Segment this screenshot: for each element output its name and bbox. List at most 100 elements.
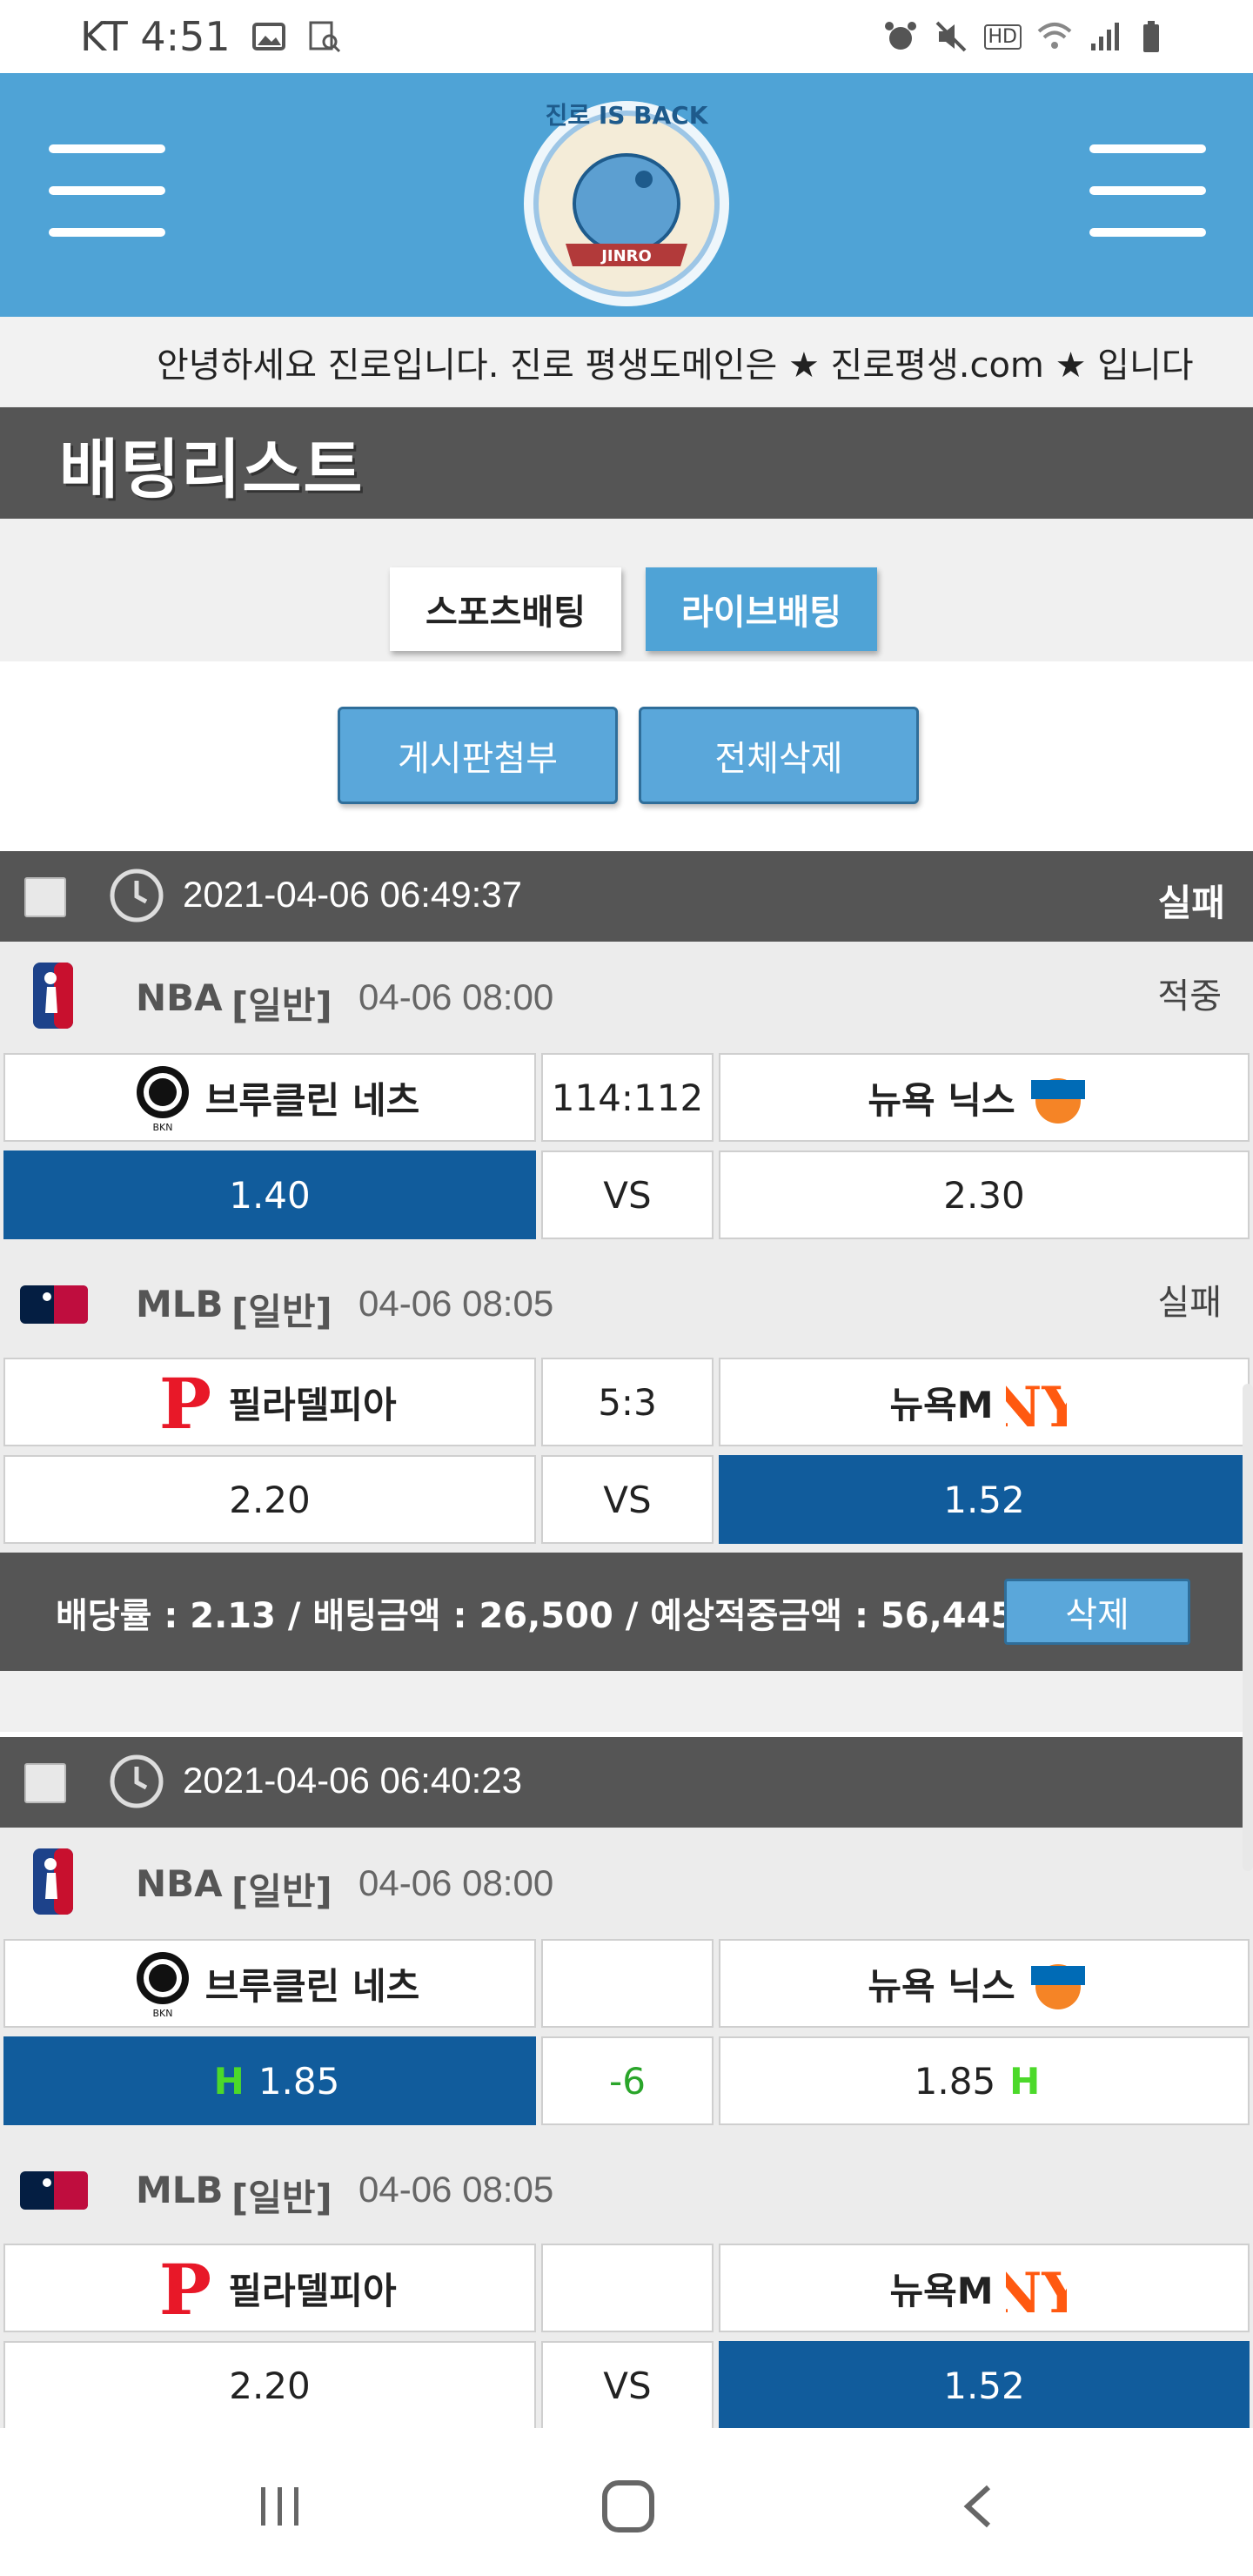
handicap-mark: H	[1009, 2059, 1041, 2103]
back-icon	[963, 2485, 991, 2528]
carrier-time: KT 4:51	[80, 13, 231, 60]
away-team-name: 뉴욕M	[889, 1383, 994, 1426]
tab-area	[0, 519, 1253, 661]
away-team-name: 뉴욕 닉스	[868, 1964, 1015, 2008]
home-odds: 2.20	[229, 2364, 311, 2407]
app-screen: KT 4:51 HD 진로 IS BACK JINRO 안녕하세요 진로입니다.…	[0, 0, 1253, 2576]
menu-line	[1089, 186, 1206, 195]
match-info: MLB [일반] 04-06 08:05	[0, 2134, 1253, 2244]
nba-logo-icon	[33, 963, 73, 1029]
phillies-logo-icon: P	[159, 1367, 211, 1437]
right-menu-button[interactable]	[1089, 136, 1206, 245]
league-name: NBA	[136, 976, 223, 1019]
vs-label: VS	[603, 1478, 652, 1521]
mute-icon	[935, 21, 966, 52]
draw-cell[interactable]: VS	[541, 2341, 714, 2430]
draw-cell[interactable]: VS	[541, 1150, 714, 1239]
scrollbar[interactable]	[1243, 1384, 1253, 1871]
bet-summary: 배당률 : 2.13 / 배팅금액 : 26,500 / 예상적중금액 : 56…	[0, 1553, 1253, 1671]
group-spacer	[0, 1671, 1253, 1732]
left-menu-button[interactable]	[49, 136, 165, 245]
home-team-name: 브루클린 네츠	[204, 1964, 420, 2008]
match-time: 04-06 08:00	[358, 1862, 554, 1903]
home-odds-cell[interactable]: 2.20	[3, 1455, 536, 1544]
handicap-cell[interactable]: -6	[541, 2036, 714, 2125]
odds-row: 2.20 VS 1.52	[0, 2341, 1253, 2438]
handicap-value: -6	[609, 2059, 646, 2103]
bet-datetime: 2021-04-06 06:40:23	[183, 1760, 522, 1801]
svg-text:P: P	[159, 1367, 211, 1437]
home-button[interactable]	[576, 2463, 680, 2550]
match-time: 04-06 08:00	[358, 976, 554, 1017]
tab-sports-betting[interactable]: 스포츠배팅	[390, 567, 621, 651]
page-title: 배팅리스트	[59, 433, 365, 507]
nets-logo-icon: BKN	[136, 1952, 189, 2018]
image-icon	[251, 23, 285, 50]
away-team-name: 뉴욕M	[889, 2269, 994, 2312]
logo-text-top: 진로 IS BACK	[546, 101, 709, 130]
nba-logo-icon	[33, 1848, 73, 1915]
match-block: NBA [일반] 04-06 08:00 적중 BKN 브루클린 네츠 114:…	[0, 942, 1253, 1248]
attach-to-board-button[interactable]: 게시판첨부	[338, 707, 618, 804]
clock-icon	[110, 1754, 164, 1808]
bet-select-checkbox[interactable]	[24, 1763, 66, 1803]
back-button[interactable]	[928, 2463, 1032, 2550]
home-odds-cell[interactable]: H 1.85	[3, 2036, 536, 2125]
handicap-mark: H	[213, 2059, 245, 2103]
away-team-cell: 뉴욕 닉스	[719, 1939, 1250, 2028]
away-odds-cell[interactable]: 1.52	[719, 2341, 1250, 2430]
signal-icon	[1091, 23, 1119, 50]
clock-icon	[110, 869, 164, 922]
home-team-name: 필라델피아	[228, 1383, 397, 1426]
bet-select-checkbox[interactable]	[24, 877, 66, 917]
mets-logo-icon: NY	[1006, 1375, 1067, 1437]
home-odds-cell[interactable]: 1.40	[3, 1150, 536, 1239]
home-team-cell: P 필라델피아	[3, 2244, 536, 2332]
status-right: HD	[883, 19, 1173, 54]
away-odds-cell[interactable]: 1.85 H	[719, 2036, 1250, 2125]
match-result: 적중	[1157, 976, 1222, 1016]
home-odds: 1.40	[229, 1173, 311, 1217]
mlb-logo-icon	[20, 2171, 88, 2210]
delete-all-button[interactable]: 전체삭제	[639, 707, 919, 804]
match-info: NBA [일반] 04-06 08:00	[0, 1828, 1253, 1939]
home-odds-cell[interactable]: 2.20	[3, 2341, 536, 2430]
recent-apps-button[interactable]	[228, 2463, 332, 2550]
bet-type: [일반]	[231, 1291, 332, 1333]
draw-cell[interactable]: VS	[541, 1455, 714, 1544]
chart-search-icon	[309, 21, 340, 53]
nets-logo-icon: BKN	[136, 1066, 189, 1132]
tab-live-betting[interactable]: 라이브배팅	[646, 567, 877, 651]
home-team-name: 필라델피아	[228, 2269, 397, 2312]
away-odds-cell[interactable]: 1.52	[719, 1455, 1250, 1544]
teams-row: P 필라델피아 뉴욕M NY	[0, 2244, 1253, 2341]
delete-bet-button[interactable]: 삭제	[1004, 1579, 1190, 1645]
bet-type: [일반]	[231, 2177, 332, 2219]
app-header: 진로 IS BACK JINRO	[0, 73, 1253, 317]
recent-apps-icon	[261, 2487, 298, 2526]
logo-text-banner: JINRO	[600, 247, 652, 265]
away-odds: 1.85	[914, 2059, 996, 2103]
away-odds: 2.30	[943, 1173, 1025, 1217]
bet-group-header: 2021-04-06 06:40:23	[0, 1737, 1253, 1828]
odds-row: H 1.85 -6 1.85 H	[0, 2036, 1253, 2134]
match-block: MLB [일반] 04-06 08:05 실패 P 필라델피아 5:3 뉴욕M …	[0, 1248, 1253, 1553]
status-left: KT 4:51	[80, 13, 342, 60]
alarm-icon	[884, 22, 916, 50]
away-odds-cell[interactable]: 2.30	[719, 1150, 1250, 1239]
svg-text:BKN: BKN	[152, 2008, 172, 2018]
score-cell	[541, 2244, 714, 2332]
status-bar: KT 4:51 HD	[0, 0, 1253, 73]
home-odds: 2.20	[229, 1478, 311, 1521]
league-name: MLB	[136, 2169, 224, 2211]
odds-row: 2.20 VS 1.52	[0, 1455, 1253, 1553]
knicks-logo-icon	[1030, 1964, 1085, 2009]
bet-group-header: 2021-04-06 06:49:37 실패	[0, 851, 1253, 942]
away-team-cell: 뉴욕M NY	[719, 1358, 1250, 1446]
match-score: 114:112	[551, 1076, 704, 1119]
summary-text: 배당률 : 2.13 / 배팅금액 : 26,500 / 예상적중금액 : 56…	[56, 1596, 1015, 1636]
match-info: MLB [일반] 04-06 08:05 실패	[0, 1248, 1253, 1358]
bet-type: [일반]	[231, 1870, 332, 1913]
bet-group: 2021-04-06 06:40:23 NBA [일반] 04-06 08:00…	[0, 1737, 1253, 2438]
jinro-logo[interactable]: 진로 IS BACK JINRO	[496, 73, 757, 317]
